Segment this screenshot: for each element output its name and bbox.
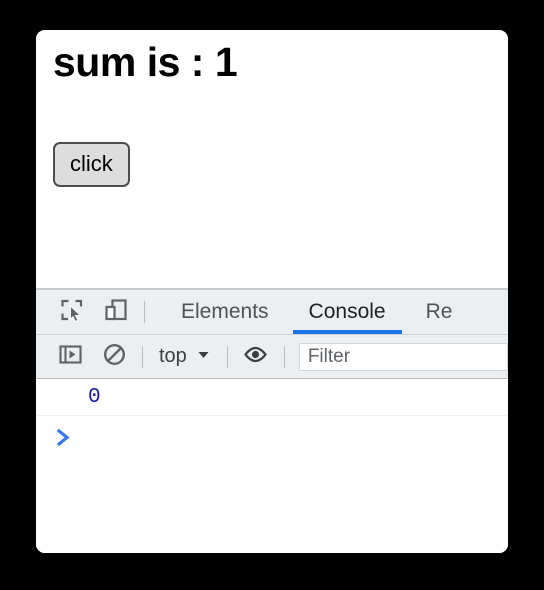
device-toolbar-icon <box>103 297 129 328</box>
chevron-down-icon <box>196 345 211 368</box>
console-toolbar-divider-3 <box>283 345 285 368</box>
tabbar-divider <box>144 301 145 323</box>
console-sidebar-icon <box>58 342 83 372</box>
tab-console[interactable]: Console <box>289 290 406 334</box>
page-heading: sum is : 1 <box>53 39 238 85</box>
console-result-value: 0 <box>88 386 101 409</box>
inspect-element-icon <box>59 297 85 328</box>
devtools-panel: Elements Console Re top Filter 0 <box>36 288 508 553</box>
page-viewport: sum is : 1 click <box>36 30 508 288</box>
tab-elements[interactable]: Elements <box>161 290 289 334</box>
click-button[interactable]: click <box>53 142 130 187</box>
console-sidebar-toggle-button[interactable] <box>48 335 92 379</box>
devtools-tab-list: Elements Console Re <box>161 290 472 334</box>
console-toolbar-divider-2 <box>226 345 228 368</box>
console-filter-input[interactable] <box>298 342 508 371</box>
device-toolbar-button[interactable] <box>94 290 138 334</box>
tab-resources[interactable]: Re <box>406 290 473 334</box>
browser-window: sum is : 1 click Elements Console Re top… <box>36 30 508 553</box>
live-expression-button[interactable] <box>234 335 278 379</box>
prompt-chevron-icon <box>36 428 73 447</box>
inspect-element-button[interactable] <box>50 290 94 334</box>
live-expression-icon <box>242 341 269 373</box>
console-context-selector[interactable]: top <box>149 345 221 368</box>
console-toolbar-divider-1 <box>142 345 143 368</box>
clear-console-icon <box>102 342 127 372</box>
console-message-list: 0 <box>36 380 508 553</box>
console-prompt-row[interactable] <box>36 416 508 458</box>
console-message-row[interactable]: 0 <box>36 380 508 416</box>
devtools-tabbar: Elements Console Re <box>36 290 508 335</box>
console-context-label: top <box>159 345 187 367</box>
console-toolbar: top <box>36 335 508 379</box>
clear-console-button[interactable] <box>92 335 136 379</box>
